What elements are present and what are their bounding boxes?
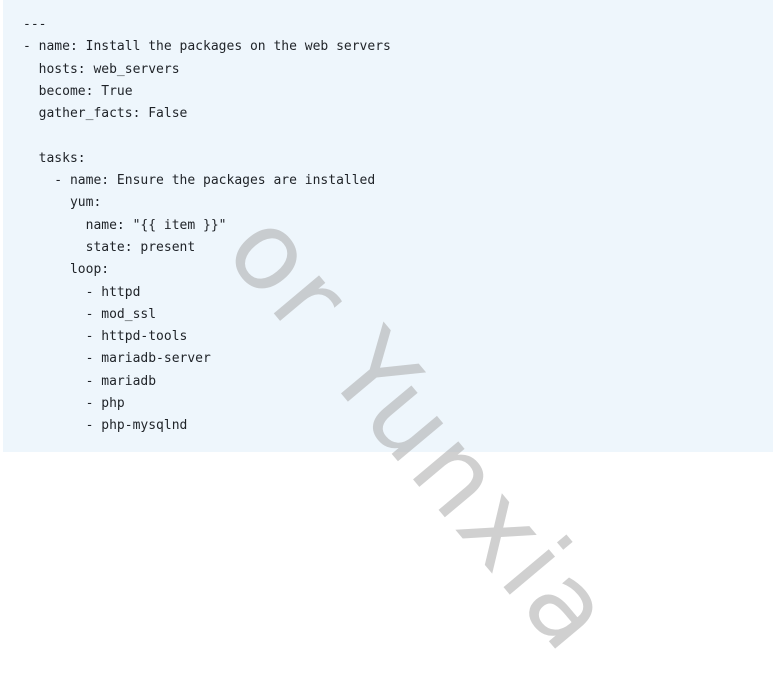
code-line-17: - mariadb [23, 373, 157, 389]
code-line-16: - mariadb-server [23, 351, 211, 367]
code-line-10: name: "{{ item }}" [23, 217, 227, 233]
code-line-19: - php-mysqlnd [23, 418, 188, 434]
code-panel: --- - name: Install the packages on the w… [3, 0, 773, 452]
code-line-8: - name: Ensure the packages are installe… [23, 173, 376, 189]
code-line-12: loop: [23, 262, 110, 278]
code-block: --- - name: Install the packages on the w… [23, 14, 391, 438]
code-line-13: - httpd [23, 284, 141, 300]
code-line-14: - mod_ssl [23, 306, 157, 322]
code-line-2: - name: Install the packages on the web … [23, 39, 391, 55]
code-line-4: become: True [23, 83, 133, 99]
code-line-7: tasks: [23, 150, 86, 166]
code-line-1: --- [23, 17, 47, 32]
code-line-5: gather_facts: False [23, 106, 188, 122]
code-line-15: - httpd-tools [23, 329, 188, 345]
code-line-9: yum: [23, 195, 102, 211]
code-line-18: - php [23, 396, 125, 412]
code-line-3: hosts: web_servers [23, 61, 180, 77]
code-line-11: state: present [23, 239, 196, 255]
